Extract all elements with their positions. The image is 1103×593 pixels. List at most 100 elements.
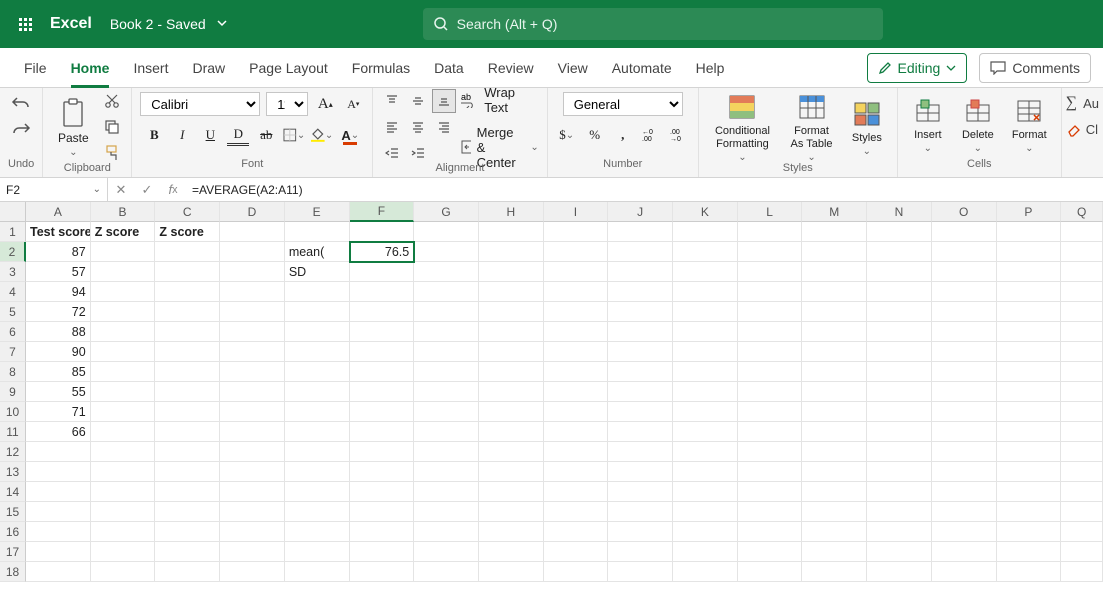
cell-K10[interactable] bbox=[673, 402, 738, 422]
cell-C8[interactable] bbox=[155, 362, 220, 382]
formula-input[interactable]: =AVERAGE(A2:A11) bbox=[186, 183, 1103, 197]
cell-P3[interactable] bbox=[997, 262, 1062, 282]
row-header-18[interactable]: 18 bbox=[0, 562, 26, 582]
format-painter-icon[interactable] bbox=[101, 142, 123, 164]
row-header-5[interactable]: 5 bbox=[0, 302, 26, 322]
cell-B10[interactable] bbox=[91, 402, 156, 422]
format-cells-button[interactable]: Format⌄ bbox=[1006, 93, 1053, 156]
fill-color-button[interactable]: ⌄ bbox=[311, 124, 333, 146]
cell-N3[interactable] bbox=[867, 262, 932, 282]
cell-H10[interactable] bbox=[479, 402, 544, 422]
cell-B8[interactable] bbox=[91, 362, 156, 382]
column-header-P[interactable]: P bbox=[997, 202, 1062, 222]
cell-F1[interactable] bbox=[350, 222, 415, 242]
cell-E15[interactable] bbox=[285, 502, 350, 522]
cell-L3[interactable] bbox=[738, 262, 803, 282]
cell-M10[interactable] bbox=[802, 402, 867, 422]
cell-C12[interactable] bbox=[155, 442, 220, 462]
cell-A8[interactable]: 85 bbox=[26, 362, 91, 382]
cell-C13[interactable] bbox=[155, 462, 220, 482]
cell-H3[interactable] bbox=[479, 262, 544, 282]
cell-I18[interactable] bbox=[544, 562, 609, 582]
cell-M15[interactable] bbox=[802, 502, 867, 522]
cell-O4[interactable] bbox=[932, 282, 997, 302]
cell-B12[interactable] bbox=[91, 442, 156, 462]
cell-K13[interactable] bbox=[673, 462, 738, 482]
cell-K11[interactable] bbox=[673, 422, 738, 442]
cell-H18[interactable] bbox=[479, 562, 544, 582]
conditional-formatting-button[interactable]: Conditional Formatting⌄ bbox=[707, 89, 779, 164]
cell-A10[interactable]: 71 bbox=[26, 402, 91, 422]
chevron-down-icon[interactable] bbox=[216, 17, 228, 32]
cell-Q13[interactable] bbox=[1061, 462, 1103, 482]
increase-indent-icon[interactable] bbox=[407, 142, 429, 164]
cell-G8[interactable] bbox=[414, 362, 479, 382]
cell-E18[interactable] bbox=[285, 562, 350, 582]
percent-icon[interactable]: % bbox=[584, 124, 606, 146]
undo-icon[interactable] bbox=[10, 92, 32, 114]
row-header-6[interactable]: 6 bbox=[0, 322, 26, 342]
cell-G7[interactable] bbox=[414, 342, 479, 362]
cell-B18[interactable] bbox=[91, 562, 156, 582]
cell-E3[interactable]: SD bbox=[285, 262, 350, 282]
font-name-select[interactable]: Calibri bbox=[140, 92, 260, 116]
cell-D9[interactable] bbox=[220, 382, 285, 402]
cell-D5[interactable] bbox=[220, 302, 285, 322]
cell-B1[interactable]: Z score bbox=[91, 222, 156, 242]
cell-F5[interactable] bbox=[350, 302, 415, 322]
cell-K2[interactable] bbox=[673, 242, 738, 262]
cell-M13[interactable] bbox=[802, 462, 867, 482]
cell-K4[interactable] bbox=[673, 282, 738, 302]
cell-J11[interactable] bbox=[608, 422, 673, 442]
cell-L17[interactable] bbox=[738, 542, 803, 562]
cell-K12[interactable] bbox=[673, 442, 738, 462]
increase-decimal-icon[interactable]: ←0.00 bbox=[640, 124, 662, 146]
cell-M5[interactable] bbox=[802, 302, 867, 322]
cell-H5[interactable] bbox=[479, 302, 544, 322]
cell-H15[interactable] bbox=[479, 502, 544, 522]
cell-O15[interactable] bbox=[932, 502, 997, 522]
row-header-13[interactable]: 13 bbox=[0, 462, 26, 482]
cell-B14[interactable] bbox=[91, 482, 156, 502]
cell-J2[interactable] bbox=[608, 242, 673, 262]
cell-C17[interactable] bbox=[155, 542, 220, 562]
cell-G17[interactable] bbox=[414, 542, 479, 562]
cell-P17[interactable] bbox=[997, 542, 1062, 562]
cell-D1[interactable] bbox=[220, 222, 285, 242]
cell-N17[interactable] bbox=[867, 542, 932, 562]
cell-A5[interactable]: 72 bbox=[26, 302, 91, 322]
cell-P5[interactable] bbox=[997, 302, 1062, 322]
cell-C14[interactable] bbox=[155, 482, 220, 502]
cell-J10[interactable] bbox=[608, 402, 673, 422]
cell-I4[interactable] bbox=[544, 282, 609, 302]
cell-G4[interactable] bbox=[414, 282, 479, 302]
cell-B13[interactable] bbox=[91, 462, 156, 482]
cell-Q7[interactable] bbox=[1061, 342, 1103, 362]
cell-G14[interactable] bbox=[414, 482, 479, 502]
cell-J14[interactable] bbox=[608, 482, 673, 502]
cell-J1[interactable] bbox=[608, 222, 673, 242]
cell-N1[interactable] bbox=[867, 222, 932, 242]
cell-C3[interactable] bbox=[155, 262, 220, 282]
cell-A11[interactable]: 66 bbox=[26, 422, 91, 442]
cell-M11[interactable] bbox=[802, 422, 867, 442]
cell-F14[interactable] bbox=[350, 482, 415, 502]
cell-L1[interactable] bbox=[738, 222, 803, 242]
cell-F16[interactable] bbox=[350, 522, 415, 542]
cell-O3[interactable] bbox=[932, 262, 997, 282]
cell-A4[interactable]: 94 bbox=[26, 282, 91, 302]
cell-K6[interactable] bbox=[673, 322, 738, 342]
tab-draw[interactable]: Draw bbox=[180, 48, 237, 88]
cell-J6[interactable] bbox=[608, 322, 673, 342]
cell-O14[interactable] bbox=[932, 482, 997, 502]
cell-I1[interactable] bbox=[544, 222, 609, 242]
cell-P12[interactable] bbox=[997, 442, 1062, 462]
cell-Q15[interactable] bbox=[1061, 502, 1103, 522]
cell-O13[interactable] bbox=[932, 462, 997, 482]
cell-C6[interactable] bbox=[155, 322, 220, 342]
cell-H2[interactable] bbox=[479, 242, 544, 262]
copy-icon[interactable] bbox=[101, 116, 123, 138]
cell-F3[interactable] bbox=[350, 262, 415, 282]
cell-I11[interactable] bbox=[544, 422, 609, 442]
cell-B17[interactable] bbox=[91, 542, 156, 562]
